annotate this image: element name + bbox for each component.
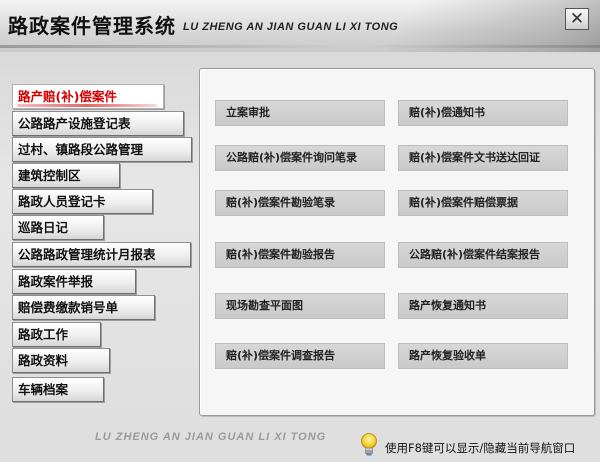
lightbulb-icon: [361, 433, 377, 456]
restoration-notice-button[interactable]: 路产恢复通知书: [398, 293, 568, 319]
close-icon: ✕: [569, 9, 585, 29]
inquiry-record-button[interactable]: 公路赔(补)偿案件询问笔录: [215, 145, 385, 171]
nav-item-road-facility-register[interactable]: 公路路产设施登记表: [12, 111, 184, 136]
title-bar: 路政案件管理系统 LU ZHENG AN JIAN GUAN LI XI TON…: [0, 0, 600, 52]
inspection-record-button[interactable]: 赔(补)偿案件勘验笔录: [215, 190, 385, 216]
nav-item-case-report[interactable]: 路政案件举报: [12, 269, 136, 294]
case-closure-report-button[interactable]: 公路赔(补)偿案件结案报告: [398, 242, 568, 268]
nav-item-compensation-payment-slip[interactable]: 赔偿费缴款销号单: [12, 295, 155, 320]
nav-item-village-road-management[interactable]: 过村、镇路段公路管理: [12, 137, 192, 162]
app-title: 路政案件管理系统: [8, 14, 176, 38]
nav-item-road-administration-documents[interactable]: 路政资料: [12, 348, 110, 373]
investigation-report-button[interactable]: 赔(补)偿案件调查报告: [215, 343, 385, 369]
nav-item-road-compensation-case[interactable]: 路产赔(补)偿案件: [12, 84, 164, 109]
nav-item-building-control-zone[interactable]: 建筑控制区: [12, 163, 120, 188]
nav-item-vehicle-archive[interactable]: 车辆档案: [12, 377, 104, 402]
app-subtitle: LU ZHENG AN JIAN GUAN LI XI TONG: [183, 21, 399, 33]
nav-item-road-administration-work[interactable]: 路政工作: [12, 322, 101, 347]
site-plan-button[interactable]: 现场勘查平面图: [215, 293, 385, 319]
restoration-acceptance-button[interactable]: 路产恢复验收单: [398, 343, 568, 369]
inspection-report-button[interactable]: 赔(补)偿案件勘验报告: [215, 242, 385, 268]
nav-item-staff-register-card[interactable]: 路政人员登记卡: [12, 189, 153, 214]
document-delivery-receipt-button[interactable]: 赔(补)偿案件文书送达回证: [398, 145, 568, 171]
header-divider: [0, 45, 600, 48]
close-button[interactable]: ✕: [565, 8, 589, 30]
filing-approval-button[interactable]: 立案审批: [215, 100, 385, 126]
compensation-notice-button[interactable]: 赔(补)偿通知书: [398, 100, 568, 126]
nav-item-monthly-statistics-report[interactable]: 公路路政管理统计月报表: [12, 242, 191, 267]
navigation-toggle-tip: 使用F8键可以显示/隐藏当前导航窗口: [385, 441, 576, 455]
compensation-receipt-button[interactable]: 赔(补)偿案件赔偿票据: [398, 190, 568, 216]
footer-brand-text: LU ZHENG AN JIAN GUAN LI XI TONG: [95, 431, 327, 443]
nav-item-patrol-diary[interactable]: 巡路日记: [12, 215, 104, 240]
